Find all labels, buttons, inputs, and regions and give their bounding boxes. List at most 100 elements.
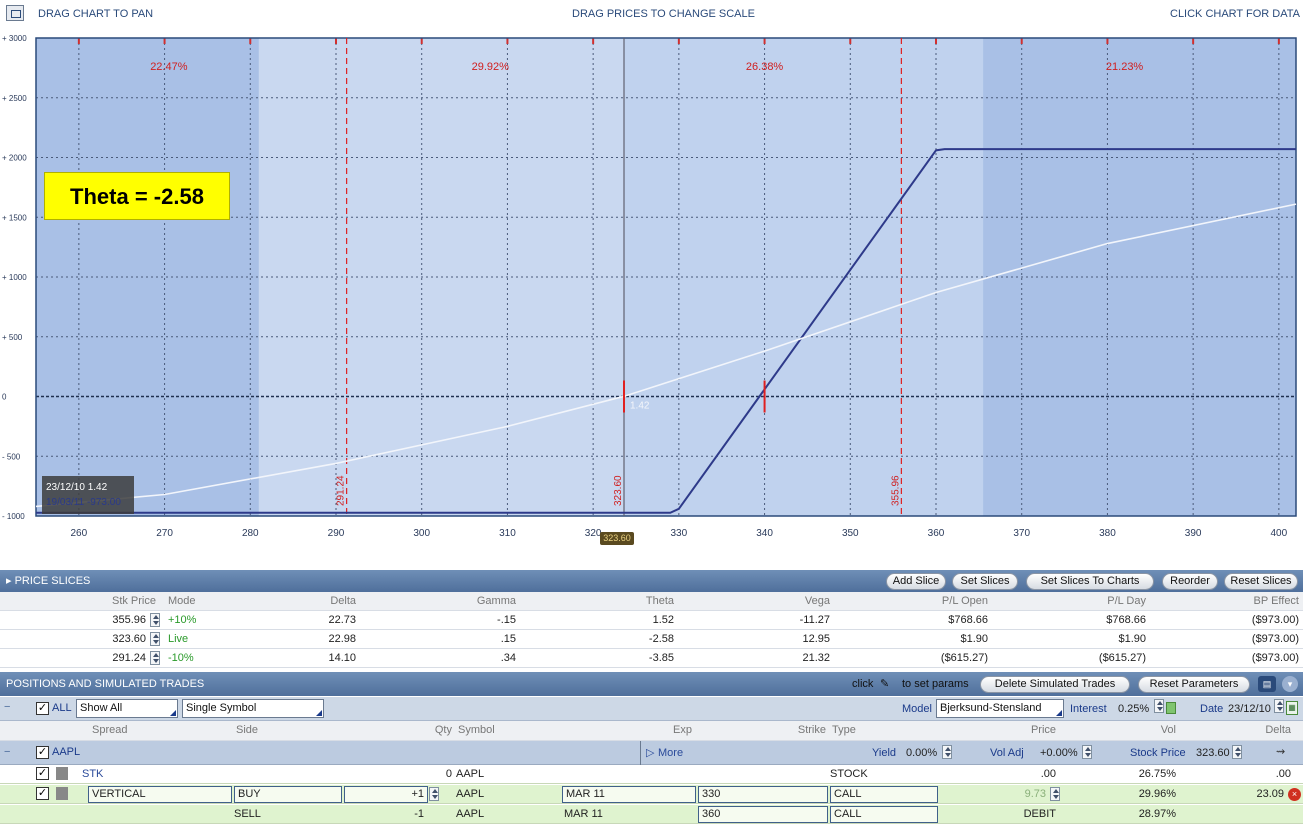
date-spinner[interactable]: [1274, 699, 1284, 713]
slice-cell[interactable]: 355.96: [60, 611, 150, 630]
row-exp: MAR 11: [564, 808, 603, 820]
col-type: Type: [832, 724, 856, 736]
interest-label: Interest: [1070, 703, 1107, 715]
vol-adj-label: Vol Adj: [990, 747, 1024, 759]
set-slices-button[interactable]: Set Slices: [952, 573, 1018, 590]
pan-icon[interactable]: [6, 5, 24, 21]
col-strike: Strike: [797, 724, 826, 736]
collapse-positions-icon[interactable]: −: [4, 701, 10, 713]
row-flag-icon[interactable]: [56, 787, 68, 800]
spread-select[interactable]: VERTICAL: [88, 786, 232, 803]
slice-cell[interactable]: 323.60: [60, 630, 150, 649]
stk-price-spinner[interactable]: [150, 651, 160, 665]
symbol-checkbox[interactable]: ✓: [36, 746, 49, 759]
vol-adj-value[interactable]: +0.00%: [1040, 747, 1078, 759]
col-mode: Mode: [168, 595, 196, 607]
interest-value[interactable]: 0.25%: [1118, 703, 1149, 715]
slice-cell: $1.90: [1118, 633, 1146, 645]
add-slice-button[interactable]: Add Slice: [886, 573, 946, 590]
slice-cell: -3.85: [648, 652, 674, 664]
price-spinner[interactable]: [1050, 787, 1060, 801]
single-symbol-select[interactable]: Single Symbol: [182, 699, 324, 718]
slice-cell[interactable]: 291.24: [60, 649, 150, 668]
delete-simulated-trades-button[interactable]: Delete Simulated Trades: [980, 676, 1130, 693]
calendar-icon[interactable]: ▦: [1286, 701, 1298, 715]
zone-band: [983, 38, 1296, 516]
row-symbol: AAPL: [456, 808, 485, 820]
row-vol: 26.75%: [1138, 768, 1176, 780]
position-row-stk[interactable]: ✓ STK 0 AAPL STOCK .00 26.75% .00: [0, 765, 1303, 784]
wrench-icon[interactable]: ✎: [880, 672, 889, 696]
set-slices-to-charts-button[interactable]: Set Slices To Charts: [1026, 573, 1154, 590]
reorder-button[interactable]: Reorder: [1162, 573, 1218, 590]
strike-select[interactable]: 330: [698, 786, 828, 803]
reset-slices-button[interactable]: Reset Slices: [1224, 573, 1298, 590]
y-tick-label: - 500: [2, 452, 21, 461]
row-delta: 23.09: [1256, 788, 1284, 800]
row-vol: 28.97%: [1138, 808, 1176, 820]
click-chart-hint: CLICK CHART FOR DATA: [1170, 8, 1300, 20]
col-vol: Vol: [1160, 724, 1176, 736]
y-tick-label: + 2500: [2, 94, 27, 103]
side-select[interactable]: BUY: [234, 786, 342, 803]
more-link[interactable]: More: [658, 747, 683, 759]
type-select[interactable]: CALL: [830, 786, 938, 803]
col-pl-day: P/L Day: [1107, 595, 1146, 607]
x-tick-label: 360: [928, 528, 945, 539]
yield-spinner[interactable]: [942, 745, 952, 759]
slice-cell: +10%: [168, 614, 197, 626]
stk-price-spinner[interactable]: [150, 613, 160, 627]
exp-select[interactable]: MAR 11: [562, 786, 696, 803]
col-spread: Spread: [92, 724, 128, 736]
x-tick-label: 310: [499, 528, 516, 539]
price-slice-row[interactable]: 291.24 -10% 14.10 .34 -3.85 21.32 ($615.27) ($6…: [0, 649, 1303, 668]
col-price: Price: [1030, 724, 1056, 736]
row-checkbox[interactable]: ✓: [36, 767, 49, 780]
stock-price-spinner[interactable]: [1232, 745, 1242, 759]
date-value[interactable]: 23/12/10: [1228, 703, 1271, 715]
x-tick-label: 390: [1185, 528, 1202, 539]
row-price[interactable]: 9.73: [936, 785, 1050, 804]
stock-price-value[interactable]: 323.60: [1196, 747, 1230, 759]
vol-adj-spinner[interactable]: [1082, 745, 1092, 759]
show-all-select[interactable]: Show All: [76, 699, 178, 718]
x-tick-label: 300: [413, 528, 430, 539]
slice-cell: 14.10: [328, 652, 356, 664]
link-icon[interactable]: ⇝: [1276, 745, 1285, 758]
model-label: Model: [902, 703, 932, 715]
print-icon[interactable]: ▤: [1258, 676, 1276, 692]
menu-icon[interactable]: ▾: [1282, 676, 1298, 692]
qty-input[interactable]: +1: [344, 786, 428, 803]
remove-icon[interactable]: ×: [1288, 788, 1301, 801]
collapse-icon[interactable]: ▸: [6, 575, 15, 587]
strike-select[interactable]: 360: [698, 806, 828, 823]
slice-cell: .34: [500, 652, 516, 664]
row-checkbox[interactable]: ✓: [36, 787, 49, 800]
x-tick-label: 340: [756, 528, 773, 539]
price-slice-row[interactable]: 355.96 +10% 22.73 -.15 1.52 -11.27 $768.66 $768…: [0, 611, 1303, 630]
position-row-vertical-sell[interactable]: SELL -1 AAPL MAR 11 360 CALL DEBIT 28.97…: [0, 805, 1303, 824]
more-icon[interactable]: ▷: [646, 746, 654, 759]
type-select[interactable]: CALL: [830, 806, 938, 823]
row-symbol: AAPL: [456, 788, 485, 800]
stk-price-spinner[interactable]: [150, 632, 160, 646]
price-slice-row[interactable]: 323.60 Live 22.98 .15 -2.58 12.95 $1.90 $1.90 ($…: [0, 630, 1303, 649]
collapse-symbol-icon[interactable]: −: [4, 746, 10, 758]
symbol-label: AAPL: [52, 746, 81, 758]
interest-spinner[interactable]: [1154, 699, 1164, 713]
x-tick-label: 260: [71, 528, 88, 539]
all-checkbox[interactable]: ✓: [36, 702, 49, 715]
positions-filter-bar: − ✓ ALL Show All Single Symbol Model Bje…: [0, 697, 1303, 721]
col-gamma: Gamma: [476, 595, 516, 607]
risk-profile-chart[interactable]: 260 270 280 290 300 310 320 330 340 350 360 370 380 3…: [0, 28, 1303, 550]
y-tick-label: + 2000: [2, 154, 27, 163]
interest-reset-icon[interactable]: [1166, 702, 1176, 714]
y-tick-label: - 1000: [2, 512, 25, 521]
current-price-marker[interactable]: 323.60: [600, 532, 634, 545]
model-select[interactable]: Bjerksund-Stensland: [936, 699, 1064, 718]
reset-parameters-button[interactable]: Reset Parameters: [1138, 676, 1250, 693]
position-row-vertical-buy[interactable]: ✓ VERTICAL BUY +1 AAPL MAR 11 330 CALL 9…: [0, 785, 1303, 804]
qty-spinner[interactable]: [429, 787, 439, 801]
row-flag-icon[interactable]: [56, 767, 68, 780]
yield-value[interactable]: 0.00%: [906, 747, 937, 759]
